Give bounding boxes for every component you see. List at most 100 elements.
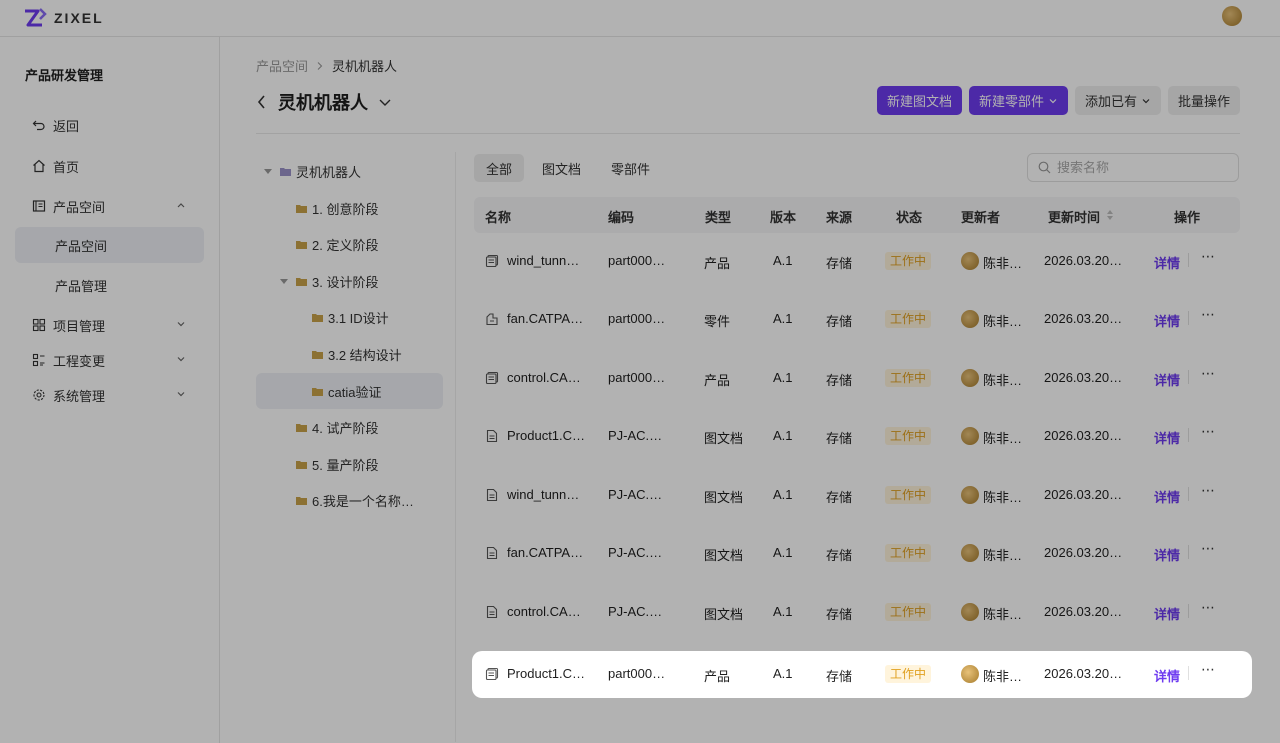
title-dropdown-icon[interactable]: [378, 97, 392, 107]
tree-node-active[interactable]: catia验证: [256, 373, 443, 409]
table-row[interactable]: wind_tunn… part000… 产品 A.1 存储 工作中 陈非… 2026.03.2…: [474, 238, 1240, 284]
avatar: [961, 544, 979, 562]
sidebar-subitem-product-management[interactable]: 产品管理: [15, 267, 204, 303]
tree-node-label: catia验证: [328, 384, 382, 400]
product-space-icon: [32, 199, 46, 213]
cell-version: A.1: [773, 311, 793, 326]
action-divider: [1188, 604, 1189, 618]
tree-node[interactable]: 3.1 ID设计: [256, 299, 443, 335]
sidebar-item-label: 产品空间: [53, 199, 106, 215]
details-link[interactable]: 详情: [1154, 370, 1180, 389]
status-badge: 工作中: [885, 310, 932, 328]
status-badge: 工作中: [885, 369, 932, 387]
tab-parts[interactable]: 零部件: [599, 154, 662, 182]
details-link[interactable]: 详情: [1154, 666, 1180, 685]
table-row[interactable]: fan.CATPA… part000… 零件 A.1 存储 工作中 陈非… 2026.03.2…: [474, 296, 1240, 342]
details-link[interactable]: 详情: [1154, 253, 1180, 272]
column-header-updated-time[interactable]: 更新时间: [1048, 207, 1100, 226]
project-icon: [32, 318, 46, 332]
tab-documents[interactable]: 图文档: [530, 154, 593, 182]
new-document-button[interactable]: 新建图文档: [876, 86, 962, 115]
more-actions-icon[interactable]: ⋯: [1201, 661, 1216, 678]
details-link[interactable]: 详情: [1154, 428, 1180, 447]
sidebar-item-label: 产品管理: [55, 278, 108, 294]
avatar: [961, 427, 979, 445]
back-icon: [32, 118, 46, 132]
cell-name[interactable]: control.CA…: [507, 370, 581, 385]
more-actions-icon[interactable]: ⋯: [1201, 248, 1216, 265]
search-icon: [1038, 161, 1051, 174]
table-row[interactable]: wind_tunn… PJ-AC.… 图文档 A.1 存储 工作中 陈非… 2026.03.2…: [474, 472, 1240, 518]
cell-updated-time: 2026.03.20…: [1044, 428, 1123, 443]
table-row[interactable]: control.CA… part000… 产品 A.1 存储 工作中 陈非… 2026.03.…: [474, 355, 1240, 401]
sidebar-item-label: 返回: [53, 118, 80, 134]
sidebar-item-engineering-change[interactable]: 工程变更: [15, 342, 204, 378]
sidebar-item-product-space[interactable]: 产品空间: [15, 188, 204, 224]
tree-node-label: 3.1 ID设计: [328, 310, 389, 326]
cell-name[interactable]: Product1.C…: [507, 666, 585, 681]
cell-updated-time: 2026.03.20…: [1044, 487, 1123, 502]
tree-node[interactable]: 2. 定义阶段: [256, 226, 443, 262]
more-actions-icon[interactable]: ⋯: [1201, 540, 1216, 557]
sidebar-item-home[interactable]: 首页: [15, 148, 204, 184]
more-actions-icon[interactable]: ⋯: [1201, 599, 1216, 616]
tree-node[interactable]: 3. 设计阶段: [256, 263, 443, 299]
cell-name[interactable]: fan.CATPA…: [507, 311, 583, 326]
cell-updated-time: 2026.03.20…: [1044, 370, 1123, 385]
product-icon: [485, 371, 499, 385]
tree-node-label: 3.2 结构设计: [328, 347, 402, 363]
product-icon: [485, 667, 499, 681]
cell-updater: 陈非…: [983, 548, 1023, 563]
table-row[interactable]: fan.CATPA… PJ-AC.… 图文档 A.1 存储 工作中 陈非… 2026.03.2…: [474, 530, 1240, 576]
sidebar-item-back[interactable]: 返回: [15, 107, 204, 143]
column-header-status: 状态: [896, 210, 923, 225]
tree-node[interactable]: 6.我是一个名称…: [256, 482, 443, 518]
document-icon: [486, 605, 498, 619]
folder-icon: [296, 496, 307, 505]
cell-updater: 陈非…: [983, 431, 1023, 446]
cell-name[interactable]: wind_tunn…: [507, 253, 579, 268]
more-actions-icon[interactable]: ⋯: [1201, 482, 1216, 499]
sidebar-item-project-management[interactable]: 项目管理: [15, 307, 204, 343]
cell-name[interactable]: Product1.C…: [507, 428, 585, 443]
sort-icon[interactable]: [1106, 209, 1114, 221]
breadcrumb-parent[interactable]: 产品空间: [256, 56, 308, 75]
more-actions-icon[interactable]: ⋯: [1201, 423, 1216, 440]
cell-name[interactable]: control.CA…: [507, 604, 581, 619]
tree-node[interactable]: 5. 量产阶段: [256, 446, 443, 482]
action-divider: [1188, 666, 1189, 680]
more-actions-icon[interactable]: ⋯: [1201, 306, 1216, 323]
more-actions-icon[interactable]: ⋯: [1201, 365, 1216, 382]
details-link[interactable]: 详情: [1154, 311, 1180, 330]
table-row[interactable]: Product1.C… PJ-AC.… 图文档 A.1 存储 工作中 陈非… 2026.03.…: [474, 413, 1240, 459]
details-link[interactable]: 详情: [1154, 545, 1180, 564]
details-link[interactable]: 详情: [1154, 487, 1180, 506]
add-existing-button[interactable]: 添加已有: [1074, 86, 1161, 115]
cell-name[interactable]: fan.CATPA…: [507, 545, 583, 560]
tree-node[interactable]: 4. 试产阶段: [256, 409, 443, 445]
tree-node-label: 4. 试产阶段: [312, 420, 379, 436]
tree-node-root[interactable]: 灵机机器人: [256, 153, 443, 189]
tab-all[interactable]: 全部: [474, 154, 525, 182]
user-avatar[interactable]: [1222, 6, 1242, 26]
sidebar-item-system-management[interactable]: 系统管理: [15, 377, 204, 413]
sidebar-subitem-product-space[interactable]: 产品空间: [15, 227, 204, 263]
details-link[interactable]: 详情: [1154, 604, 1180, 623]
document-icon: [486, 488, 498, 502]
table-row[interactable]: control.CA… PJ-AC.… 图文档 A.1 存储 工作中 陈非… 2026.03.…: [474, 589, 1240, 635]
tree-node[interactable]: 1. 创意阶段: [256, 190, 443, 226]
cell-updater: 陈非…: [983, 314, 1023, 329]
table-row-highlighted[interactable]: Product1.C… part000… 产品 A.1 存储 工作中 陈非… 2026.03.…: [474, 651, 1240, 697]
folder-icon: [296, 240, 307, 249]
column-header-source: 来源: [826, 210, 853, 225]
filter-tabs: 全部 图文档 零部件: [474, 154, 662, 182]
logo[interactable]: ZIXEL: [22, 5, 104, 31]
new-part-button[interactable]: 新建零部件: [968, 86, 1068, 115]
cell-type: 图文档: [704, 548, 744, 563]
cell-name[interactable]: wind_tunn…: [507, 487, 579, 502]
tree-node[interactable]: 3.2 结构设计: [256, 336, 443, 372]
cell-updated-time: 2026.03.20…: [1044, 311, 1123, 326]
batch-operation-button[interactable]: 批量操作: [1167, 86, 1240, 115]
search-input[interactable]: [1057, 160, 1217, 175]
back-chevron-icon[interactable]: [256, 94, 268, 110]
